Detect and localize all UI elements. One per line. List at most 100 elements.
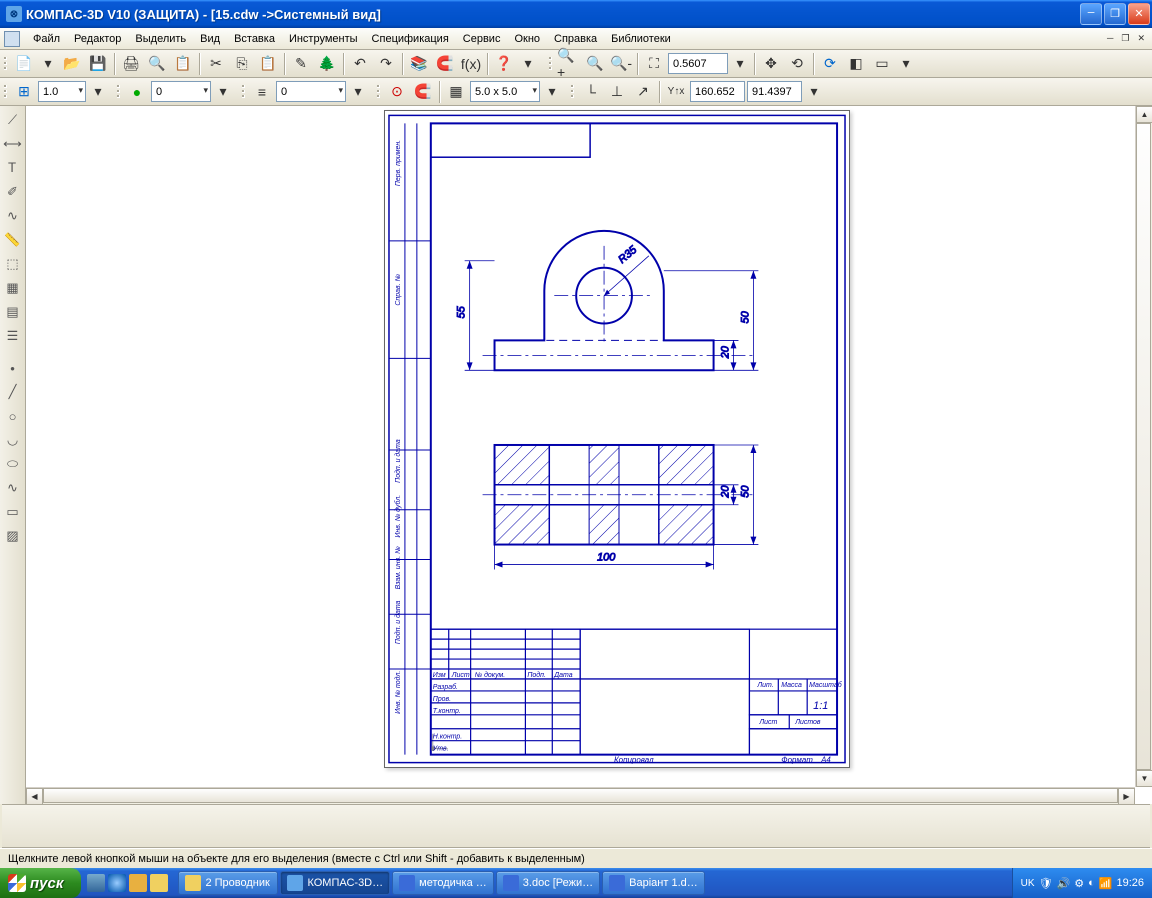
assoc-icon[interactable]: ▦ [2, 277, 24, 299]
lib-button[interactable]: 📚 [407, 52, 431, 76]
select-icon[interactable]: ⬚ [2, 253, 24, 275]
menu-help[interactable]: Справка [547, 31, 604, 47]
pan-button[interactable]: ✥ [759, 52, 783, 76]
ortho-button[interactable]: └ [579, 80, 603, 104]
grid-combo[interactable]: 5.0 x 5.0 [470, 81, 540, 102]
coord-y[interactable]: 91.4397 [747, 81, 802, 102]
scale-combo[interactable]: 1.0 [38, 81, 86, 102]
zoom-value[interactable]: 0.5607 [668, 53, 728, 74]
zoom-out-button[interactable]: 🔍- [609, 52, 633, 76]
redraw-button[interactable]: ⟳ [818, 52, 842, 76]
menu-insert[interactable]: Вставка [227, 31, 282, 47]
save-button[interactable]: 💾 [86, 52, 110, 76]
menu-editor[interactable]: Редактор [67, 31, 128, 47]
tray-icon3[interactable]: ⚙ [1074, 877, 1084, 890]
copy-button[interactable]: ⎘ [230, 52, 254, 76]
rect-icon[interactable]: ▭ [2, 501, 24, 523]
style-button[interactable]: ≡ [250, 80, 274, 104]
system-tray[interactable]: UK 🛡 🔊 ⚙ ◐ 📶 19:26 [1012, 868, 1152, 898]
scroll-horizontal[interactable]: ◀ ▶ [26, 787, 1135, 804]
line-icon[interactable]: ╱ [2, 381, 24, 403]
print-button[interactable]: 🖨 [119, 52, 143, 76]
dims-icon[interactable]: ⟷ [2, 133, 24, 155]
zoom-window-button[interactable]: 🔍 [583, 52, 607, 76]
scale-dropdown[interactable]: ▾ [88, 80, 108, 104]
text-icon[interactable]: Ꭲ [2, 157, 24, 179]
measure-icon[interactable]: 📏 [2, 229, 24, 251]
hatch-icon[interactable]: ▨ [2, 525, 24, 547]
edit-icon[interactable]: ✐ [2, 181, 24, 203]
ql-mail-icon[interactable] [129, 874, 147, 892]
geometry-icon[interactable]: ⟋ [2, 109, 24, 131]
lang-indicator[interactable]: UK [1021, 878, 1035, 889]
circle-icon[interactable]: ○ [2, 405, 24, 427]
param-icon[interactable]: ∿ [2, 205, 24, 227]
menu-libs[interactable]: Библиотеки [604, 31, 678, 47]
task-explorer[interactable]: 2 Проводник [178, 871, 278, 895]
snap-button[interactable]: ⊙ [385, 80, 409, 104]
close-button[interactable]: ✕ [1128, 3, 1150, 25]
doc-type-button[interactable]: 📋 [171, 52, 195, 76]
menu-spec[interactable]: Спецификация [365, 31, 456, 47]
magnet-button[interactable]: 🧲 [433, 52, 457, 76]
coord-dropdown[interactable]: ▾ [804, 80, 824, 104]
mdi-minimize[interactable]: ─ [1104, 32, 1116, 45]
grid-dropdown[interactable]: ▾ [542, 80, 562, 104]
tree-button[interactable]: 🌲 [315, 52, 339, 76]
rotate-button[interactable]: ⟲ [785, 52, 809, 76]
ellipse-icon[interactable]: ⬭ [2, 453, 24, 475]
clock[interactable]: 19:26 [1116, 877, 1144, 889]
mdi-restore[interactable]: ❐ [1118, 32, 1132, 45]
task-word3[interactable]: Варіант 1.d… [602, 871, 705, 895]
hide-button[interactable]: ◧ [844, 52, 868, 76]
layer-combo[interactable]: 0 [151, 81, 211, 102]
paste-button[interactable]: 📋 [256, 52, 280, 76]
spline-icon[interactable]: ∿ [2, 477, 24, 499]
layer-dropdown[interactable]: ▾ [213, 80, 233, 104]
start-button[interactable]: пуск [0, 868, 81, 898]
coord-x[interactable]: 160.652 [690, 81, 745, 102]
perp-button[interactable]: ⊥ [605, 80, 629, 104]
menu-tools[interactable]: Инструменты [282, 31, 365, 47]
redo-button[interactable]: ↷ [374, 52, 398, 76]
preview-button[interactable]: 🔍 [145, 52, 169, 76]
tray-icon5[interactable]: 📶 [1099, 877, 1113, 890]
arc-icon[interactable]: ◡ [2, 429, 24, 451]
menu-view[interactable]: Вид [193, 31, 227, 47]
drawing-sheet[interactable]: Перв. примен. Справ. № Подп. и дата Инв.… [384, 110, 850, 768]
menu-select[interactable]: Выделить [128, 31, 193, 47]
new-dropdown[interactable]: ▾ [38, 52, 58, 76]
magnet2-button[interactable]: 🧲 [411, 80, 435, 104]
round-button[interactable]: ↗ [631, 80, 655, 104]
windows-dropdown[interactable]: ▾ [896, 52, 916, 76]
vars-button[interactable]: f(x) [459, 52, 483, 76]
open-button[interactable]: 📂 [60, 52, 84, 76]
help-button[interactable]: ❓ [492, 52, 516, 76]
zoom-dropdown[interactable]: ▾ [730, 52, 750, 76]
minimize-button[interactable]: ─ [1080, 3, 1102, 25]
scroll-vertical[interactable]: ▲ ▼ [1135, 106, 1152, 787]
help-dropdown[interactable]: ▾ [518, 52, 538, 76]
menu-window[interactable]: Окно [507, 31, 547, 47]
ql-ie-icon[interactable] [108, 874, 126, 892]
spec-icon[interactable]: ▤ [2, 301, 24, 323]
new-button[interactable]: 📄 [12, 52, 36, 76]
state-btn[interactable]: ● [125, 80, 149, 104]
style-dropdown[interactable]: ▾ [348, 80, 368, 104]
menu-file[interactable]: Файл [26, 31, 67, 47]
cut-button[interactable]: ✂ [204, 52, 228, 76]
ql-explorer-icon[interactable] [150, 874, 168, 892]
windows-button[interactable]: ▭ [870, 52, 894, 76]
style-combo[interactable]: 0 [276, 81, 346, 102]
tray-icon2[interactable]: 🔊 [1057, 877, 1071, 890]
mdi-close[interactable]: ✕ [1134, 32, 1148, 45]
menu-service[interactable]: Сервис [456, 31, 508, 47]
properties-button[interactable]: ✎ [289, 52, 313, 76]
task-kompas[interactable]: КОМПАС-3D… [280, 871, 390, 895]
zoom-fit-button[interactable]: ⛶ [642, 52, 666, 76]
grid-button[interactable]: ▦ [444, 80, 468, 104]
tray-icon1[interactable]: 🛡 [1039, 877, 1053, 890]
ql-desktop-icon[interactable] [87, 874, 105, 892]
tray-icon4[interactable]: ◐ [1088, 877, 1095, 889]
undo-button[interactable]: ↶ [348, 52, 372, 76]
